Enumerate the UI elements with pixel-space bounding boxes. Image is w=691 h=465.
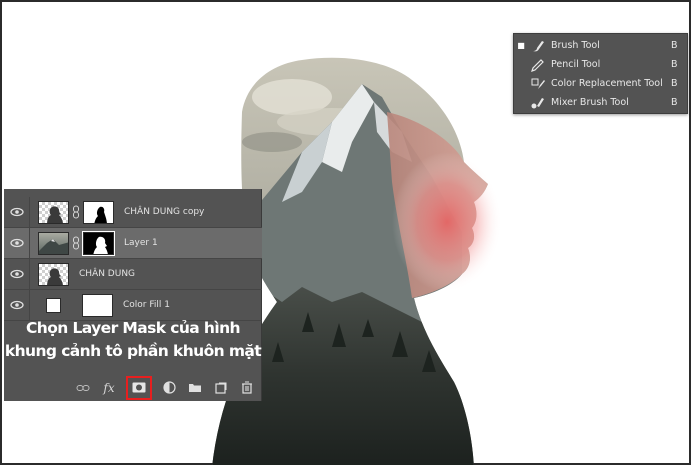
link-layers-icon[interactable]: [74, 379, 92, 397]
tool-shortcut: B: [671, 78, 678, 89]
tool-label: Mixer Brush Tool: [551, 97, 629, 108]
layer-thumbnail[interactable]: [38, 231, 69, 255]
tool-label: Pencil Tool: [551, 59, 601, 70]
eye-icon[interactable]: [4, 258, 30, 290]
brush-icon: [528, 38, 548, 54]
active-bullet: ■: [517, 41, 525, 50]
trash-icon[interactable]: [238, 379, 256, 397]
fill-color-swatch[interactable]: [46, 297, 61, 313]
layer-thumbnail[interactable]: [38, 262, 69, 286]
layer-row-chan-dung[interactable]: CHÂN DUNG: [4, 258, 262, 290]
layer-row-layer-1[interactable]: Layer 1: [4, 227, 262, 259]
layers-panel: CHÂN DUNG copy Layer 1 CHÂN DUNG Color F…: [4, 189, 262, 401]
chain-link-icon[interactable]: [69, 232, 83, 255]
brush-tool-flyout: ■ Brush Tool B Pencil Tool B Color Repla…: [513, 33, 688, 114]
eye-icon[interactable]: [4, 289, 30, 321]
mixer-brush-icon: [528, 95, 548, 111]
tool-item-brush[interactable]: ■ Brush Tool B: [514, 36, 687, 55]
eye-icon[interactable]: [4, 196, 30, 228]
layers-panel-footer: fx: [4, 374, 262, 401]
instruction-line-1: Chọn Layer Mask của hình: [26, 319, 241, 337]
tool-item-pencil[interactable]: Pencil Tool B: [514, 55, 687, 74]
tool-shortcut: B: [671, 97, 678, 108]
add-layer-mask-icon[interactable]: [126, 375, 152, 400]
layer-mask-thumbnail[interactable]: [82, 293, 113, 317]
layer-name: Color Fill 1: [123, 300, 170, 310]
new-layer-icon[interactable]: [212, 379, 230, 397]
layer-thumbnail[interactable]: [38, 200, 69, 224]
layer-name: CHÂN DUNG: [79, 269, 136, 279]
layer-mask-thumbnail-selected[interactable]: [82, 230, 115, 256]
tool-label: Brush Tool: [551, 40, 600, 51]
layer-name: CHÂN DUNG copy: [124, 207, 205, 217]
tool-shortcut: B: [671, 40, 678, 51]
layer-row-chan-dung-copy[interactable]: CHÂN DUNG copy: [4, 196, 262, 228]
tool-shortcut: B: [671, 59, 678, 70]
tool-label: Color Replacement Tool: [551, 78, 663, 89]
tool-item-color-replacement[interactable]: Color Replacement Tool B: [514, 74, 687, 93]
instruction-caption: Chọn Layer Mask của hình khung cảnh tô p…: [4, 317, 262, 369]
color-replacement-icon: [528, 76, 548, 92]
layer-style-fx-icon[interactable]: fx: [100, 379, 118, 397]
pencil-icon: [528, 57, 548, 73]
instruction-line-2: khung cảnh tô phần khuôn mặt: [4, 342, 262, 360]
eye-icon[interactable]: [4, 227, 30, 259]
folder-icon[interactable]: [186, 379, 204, 397]
layer-mask-thumbnail[interactable]: [83, 200, 114, 224]
chain-link-icon[interactable]: [69, 201, 83, 224]
layer-name: Layer 1: [124, 238, 158, 248]
adjustment-layer-icon[interactable]: [160, 379, 178, 397]
tool-item-mixer-brush[interactable]: Mixer Brush Tool B: [514, 93, 687, 112]
